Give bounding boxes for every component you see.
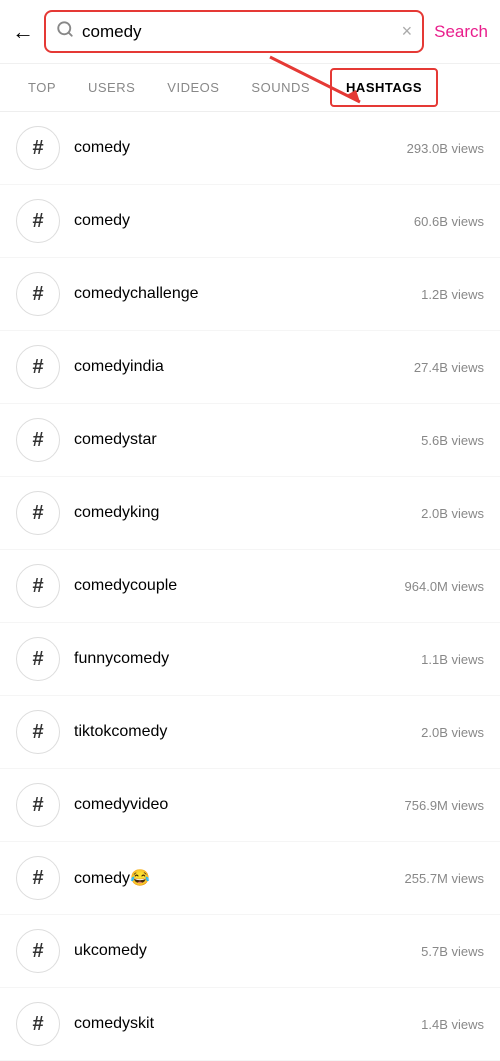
clear-button[interactable]: × <box>402 21 413 42</box>
hash-icon: # <box>16 783 60 827</box>
hashtag-name: comedychallenge <box>74 285 421 303</box>
back-button[interactable]: ← <box>12 19 34 45</box>
hashtag-views: 756.9M views <box>405 798 484 813</box>
search-icon <box>56 20 74 43</box>
list-item[interactable]: # comedyskit 1.4B views <box>0 988 500 1061</box>
list-item[interactable]: # tiktokcomedy 2.0B views <box>0 696 500 769</box>
hashtag-name: tiktokcomedy <box>74 723 421 741</box>
list-item[interactable]: # comedy😂 255.7M views <box>0 842 500 915</box>
hashtag-views: 255.7M views <box>405 871 484 886</box>
list-item[interactable]: # comedy 60.6B views <box>0 185 500 258</box>
hashtag-views: 5.6B views <box>421 433 484 448</box>
hashtag-name: funnycomedy <box>74 650 421 668</box>
header: ← × Search <box>0 0 500 64</box>
hashtag-name: comedy😂 <box>74 868 405 888</box>
list-item[interactable]: # comedycouple 964.0M views <box>0 550 500 623</box>
list-item[interactable]: # funnycomedy 1.1B views <box>0 623 500 696</box>
hashtag-views: 2.0B views <box>421 725 484 740</box>
search-button[interactable]: Search <box>434 22 488 42</box>
hashtag-name: comedy <box>74 139 407 157</box>
list-item[interactable]: # comedyvideo 756.9M views <box>0 769 500 842</box>
hashtag-name: comedyindia <box>74 358 414 376</box>
hashtag-views: 1.1B views <box>421 652 484 667</box>
tab-hashtags[interactable]: HASHTAGS <box>330 68 438 107</box>
tab-top[interactable]: TOP <box>12 66 72 109</box>
tab-users[interactable]: USERS <box>72 66 151 109</box>
hash-icon: # <box>16 710 60 754</box>
search-input[interactable] <box>82 22 394 42</box>
hash-icon: # <box>16 564 60 608</box>
hash-icon: # <box>16 637 60 681</box>
list-item[interactable]: # comedyindia 27.4B views <box>0 331 500 404</box>
hashtag-views: 293.0B views <box>407 141 484 156</box>
list-item[interactable]: # comedyking 2.0B views <box>0 477 500 550</box>
hashtag-name: comedyvideo <box>74 796 405 814</box>
list-item[interactable]: # comedy 293.0B views <box>0 112 500 185</box>
hashtag-views: 964.0M views <box>405 579 484 594</box>
hashtag-views: 2.0B views <box>421 506 484 521</box>
hashtag-views: 1.2B views <box>421 287 484 302</box>
hashtag-name: comedy <box>74 212 414 230</box>
hash-icon: # <box>16 126 60 170</box>
hash-icon: # <box>16 1002 60 1046</box>
hash-icon: # <box>16 491 60 535</box>
hashtag-name: comedyskit <box>74 1015 421 1033</box>
hashtag-views: 1.4B views <box>421 1017 484 1032</box>
hash-icon: # <box>16 272 60 316</box>
hash-icon: # <box>16 199 60 243</box>
search-box: × <box>44 10 424 53</box>
hashtag-list: # comedy 293.0B views # comedy 60.6B vie… <box>0 112 500 1061</box>
tabs-bar: TOP USERS VIDEOS SOUNDS HASHTAGS <box>0 64 500 112</box>
list-item[interactable]: # ukcomedy 5.7B views <box>0 915 500 988</box>
tab-videos[interactable]: VIDEOS <box>151 66 235 109</box>
hashtag-views: 5.7B views <box>421 944 484 959</box>
hashtag-name: comedystar <box>74 431 421 449</box>
hash-icon: # <box>16 418 60 462</box>
hashtag-name: ukcomedy <box>74 942 421 960</box>
list-item[interactable]: # comedystar 5.6B views <box>0 404 500 477</box>
hashtag-views: 60.6B views <box>414 214 484 229</box>
hash-icon: # <box>16 929 60 973</box>
list-item[interactable]: # comedychallenge 1.2B views <box>0 258 500 331</box>
hash-icon: # <box>16 856 60 900</box>
hashtag-name: comedyking <box>74 504 421 522</box>
hashtag-views: 27.4B views <box>414 360 484 375</box>
hashtag-name: comedycouple <box>74 577 405 595</box>
hash-icon: # <box>16 345 60 389</box>
tab-sounds[interactable]: SOUNDS <box>235 66 326 109</box>
